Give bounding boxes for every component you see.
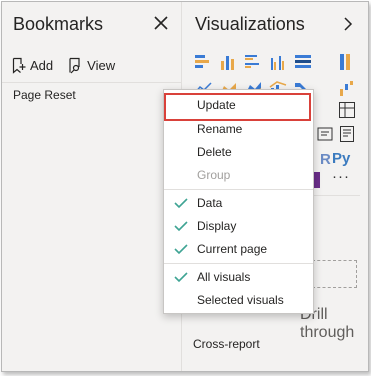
context-menu: Update Rename Delete Group Data Display … [163, 89, 314, 314]
bookmarks-divider [2, 82, 181, 83]
menu-item-label: Rename [197, 122, 243, 136]
menu-item-selected-visuals[interactable]: Selected visuals [164, 289, 313, 311]
check-icon [174, 221, 188, 232]
bookmarks-title: Bookmarks [13, 14, 104, 34]
card-icon[interactable] [316, 125, 334, 143]
menu-separator [164, 263, 313, 264]
field-well-dropzone[interactable] [312, 260, 357, 288]
menu-item-delete[interactable]: Delete [164, 141, 313, 163]
100-stacked-bar-chart-icon[interactable] [294, 53, 312, 71]
menu-item-label: Selected visuals [197, 293, 284, 307]
view-bookmark-button[interactable]: View [67, 57, 115, 74]
cross-report-label: Cross-report [193, 337, 260, 351]
view-label: View [87, 57, 116, 73]
menu-item-label: Delete [197, 145, 232, 159]
bookmark-view-icon [69, 57, 80, 73]
stacked-column-chart-icon[interactable] [219, 53, 237, 71]
python-visual-icon[interactable]: Py [332, 150, 350, 167]
add-label: Add [30, 57, 54, 73]
svg-text:R: R [320, 151, 331, 167]
add-bookmark-button[interactable]: Add [12, 57, 53, 74]
menu-item-group: Group [164, 164, 313, 186]
menu-item-label: Current page [197, 242, 268, 256]
bookmarks-pane: Bookmarks Add View Page Reset [2, 2, 182, 371]
bookmarks-toolbar: Add View [12, 54, 115, 76]
matrix-icon[interactable] [338, 101, 356, 119]
menu-item-label: Data [197, 196, 223, 210]
waterfall-chart-icon[interactable] [338, 79, 356, 97]
clustered-column-chart-icon[interactable] [269, 53, 287, 71]
clustered-bar-chart-icon[interactable] [244, 53, 262, 71]
stacked-bar-chart-icon[interactable] [194, 53, 212, 71]
check-icon [174, 244, 188, 255]
check-icon [174, 198, 188, 209]
menu-item-label: Display [197, 219, 237, 233]
menu-item-current-page[interactable]: Current page [164, 238, 313, 260]
highlight-box [164, 93, 311, 121]
chevron-right-icon[interactable] [342, 15, 354, 33]
menu-item-data[interactable]: Data [164, 192, 313, 214]
close-icon[interactable] [152, 14, 170, 32]
bookmark-add-icon [12, 57, 26, 74]
menu-item-label: Group [197, 168, 231, 182]
100-stacked-column-chart-icon[interactable] [338, 53, 356, 71]
menu-item-display[interactable]: Display [164, 215, 313, 237]
slicer-icon[interactable] [338, 125, 356, 143]
visualizations-title: Visualizations [195, 14, 305, 34]
menu-item-rename[interactable]: Rename [164, 118, 313, 140]
bookmark-item[interactable]: Page Reset [13, 88, 76, 102]
menu-separator [164, 189, 313, 190]
check-icon [174, 272, 188, 283]
menu-item-all-visuals[interactable]: All visuals [164, 266, 313, 288]
more-visuals-icon[interactable]: ··· [332, 168, 350, 185]
menu-item-label: All visuals [197, 270, 251, 284]
